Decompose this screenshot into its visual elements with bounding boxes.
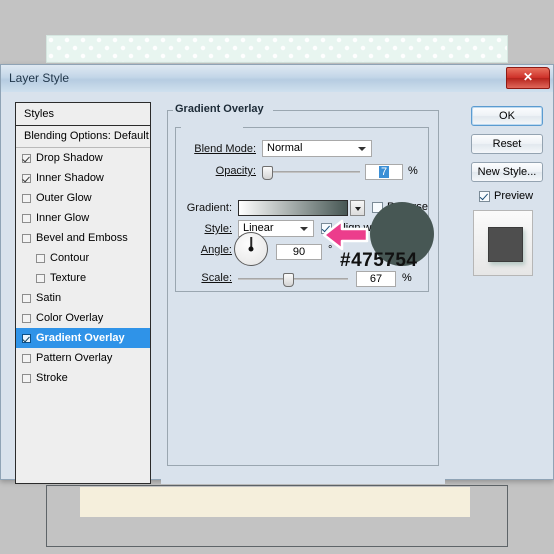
scale-value: 67 xyxy=(369,273,383,285)
document-bottom-fill xyxy=(80,487,470,517)
close-icon[interactable]: ✕ xyxy=(506,67,550,89)
style-enable-checkbox[interactable] xyxy=(22,373,31,383)
blend-mode-select[interactable]: Normal xyxy=(262,140,372,157)
style-enable-checkbox[interactable] xyxy=(22,233,31,243)
sidebar-item-satin[interactable]: Satin xyxy=(16,288,150,308)
preview-checkbox[interactable]: Preview xyxy=(479,190,533,202)
document-top-band xyxy=(46,35,508,63)
styles-list-items: Drop Shadow Inner Shadow Outer Glow Inner G… xyxy=(16,148,150,388)
sidebar-item-texture[interactable]: Texture xyxy=(16,268,150,288)
sidebar-item-blending-options[interactable]: Blending Options: Default xyxy=(16,126,150,148)
sidebar-item-label: Inner Shadow xyxy=(36,172,104,184)
angle-label: Angle: xyxy=(200,244,232,256)
preview-thumbnail-shape xyxy=(488,227,523,262)
sidebar-item-inner-glow[interactable]: Inner Glow xyxy=(16,208,150,228)
style-enable-checkbox[interactable] xyxy=(22,153,31,163)
style-enable-checkbox[interactable] xyxy=(36,273,45,283)
style-enable-checkbox[interactable] xyxy=(22,313,31,323)
angle-input[interactable]: 90 xyxy=(276,244,322,260)
section-title: Gradient Overlay xyxy=(175,103,264,115)
sidebar-item-pattern-overlay[interactable]: Pattern Overlay xyxy=(16,348,150,368)
pointer-arrow-icon xyxy=(322,219,369,251)
gradient-swatch[interactable] xyxy=(238,200,348,216)
scale-unit: % xyxy=(402,272,412,284)
style-enable-checkbox[interactable] xyxy=(22,333,31,343)
angle-hub xyxy=(248,246,254,252)
dialog-body: Styles Blending Options: Default Drop Sh… xyxy=(1,92,553,484)
sidebar-item-label: Satin xyxy=(36,292,62,304)
styles-list-header: Styles xyxy=(16,103,150,126)
scale-slider[interactable] xyxy=(238,273,348,287)
angle-value: 90 xyxy=(292,246,306,258)
sidebar-item-label: Pattern Overlay xyxy=(36,352,113,364)
style-enable-checkbox[interactable] xyxy=(22,293,31,303)
style-enable-checkbox[interactable] xyxy=(22,213,31,223)
sidebar-item-bevel-and-emboss[interactable]: Bevel and Emboss xyxy=(16,228,150,248)
opacity-value: 7 xyxy=(378,166,390,178)
opacity-unit: % xyxy=(408,165,418,177)
gradient-preset-dropdown[interactable] xyxy=(350,200,365,216)
style-enable-checkbox[interactable] xyxy=(22,353,31,363)
opacity-slider-track xyxy=(262,171,360,173)
sidebar-item-stroke[interactable]: Stroke xyxy=(16,368,150,388)
sidebar-item-label: Stroke xyxy=(36,372,68,384)
opacity-label: Opacity: xyxy=(215,165,256,177)
blend-mode-label: Blend Mode: xyxy=(194,143,256,155)
dialog-titlebar[interactable]: Layer Style ✕ xyxy=(1,65,553,93)
sidebar-item-color-overlay[interactable]: Color Overlay xyxy=(16,308,150,328)
sidebar-item-label: Color Overlay xyxy=(36,312,104,324)
gradient-overlay-panel: Gradient Overlay Blend Mode: Normal Opac… xyxy=(161,102,445,484)
reset-button[interactable]: Reset xyxy=(471,134,543,154)
style-enable-checkbox[interactable] xyxy=(22,193,31,203)
scale-label: Scale: xyxy=(201,272,232,284)
opacity-slider[interactable] xyxy=(262,166,360,180)
style-label: Style: xyxy=(204,223,232,235)
sidebar-item-inner-shadow[interactable]: Inner Shadow xyxy=(16,168,150,188)
sidebar-item-label: Bevel and Emboss xyxy=(36,232,128,244)
sidebar-item-label: Contour xyxy=(50,252,90,264)
preview-thumbnail xyxy=(473,210,533,276)
sidebar-item-gradient-overlay[interactable]: Gradient Overlay xyxy=(16,328,150,348)
scale-slider-thumb[interactable] xyxy=(283,273,294,287)
opacity-slider-thumb[interactable] xyxy=(262,166,273,180)
sidebar-item-label: Inner Glow xyxy=(36,212,90,224)
preview-checkbox-box xyxy=(479,190,490,202)
styles-list-panel: Styles Blending Options: Default Drop Sh… xyxy=(15,102,151,484)
sidebar-item-label: Gradient Overlay xyxy=(36,332,125,344)
ok-button[interactable]: OK xyxy=(471,106,543,126)
chevron-down-icon xyxy=(358,147,366,151)
sidebar-item-drop-shadow[interactable]: Drop Shadow xyxy=(16,148,150,168)
sidebar-item-contour[interactable]: Contour xyxy=(16,248,150,268)
sidebar-item-label: Drop Shadow xyxy=(36,152,103,164)
preview-label: Preview xyxy=(494,190,534,202)
dialog-buttons-panel: OK Reset New Style... Preview xyxy=(461,102,547,484)
gradient-label: Gradient: xyxy=(186,202,232,214)
chevron-down-icon xyxy=(300,227,308,231)
sidebar-item-label: Outer Glow xyxy=(36,192,92,204)
layer-style-dialog: Layer Style ✕ Styles Blending Options: D… xyxy=(0,64,554,484)
sidebar-item-label: Texture xyxy=(50,272,87,284)
style-enable-checkbox[interactable] xyxy=(36,253,45,263)
blend-mode-value: Normal xyxy=(267,142,303,154)
sidebar-item-outer-glow[interactable]: Outer Glow xyxy=(16,188,150,208)
opacity-input[interactable]: 7 xyxy=(365,164,403,180)
new-style-button[interactable]: New Style... xyxy=(471,162,543,182)
angle-dial[interactable] xyxy=(234,232,268,266)
dialog-title: Layer Style xyxy=(9,71,70,85)
style-enable-checkbox[interactable] xyxy=(22,173,31,183)
scale-input[interactable]: 67 xyxy=(356,271,396,287)
